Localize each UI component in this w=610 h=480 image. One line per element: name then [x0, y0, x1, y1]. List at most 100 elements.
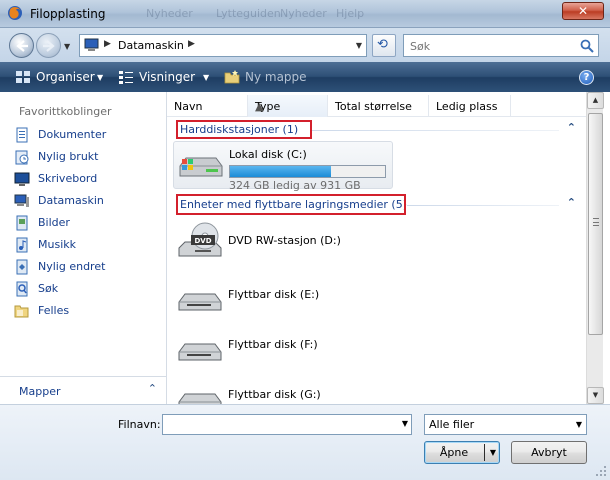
- vertical-scrollbar[interactable]: ▲ ▼: [586, 92, 604, 404]
- sidebar-item-label: Dokumenter: [38, 128, 107, 141]
- breadcrumb-computer[interactable]: Datamaskin: [118, 39, 184, 52]
- close-button[interactable]: ✕: [562, 2, 604, 20]
- sidebar-item-label: Skrivebord: [38, 172, 98, 185]
- removable-disk-icon: [178, 343, 222, 361]
- group-divider: [312, 130, 559, 131]
- background-title-text: Hjelp: [336, 7, 365, 20]
- filetype-select[interactable]: Alle filer ▼: [424, 414, 587, 435]
- disk-usage-fill: [230, 166, 331, 177]
- background-title-text: Lytteguiden: [216, 7, 281, 20]
- back-button[interactable]: [9, 33, 34, 58]
- title-bar: Filopplasting Nyheder Lytteguiden Nyhede…: [0, 0, 610, 28]
- views-button[interactable]: Visninger ▼: [118, 69, 213, 85]
- folders-toggle[interactable]: Mapper ⌃: [0, 376, 166, 404]
- breadcrumb-separator-icon[interactable]: ▶: [104, 39, 111, 49]
- open-options-dropdown-icon[interactable]: ▼: [490, 448, 496, 457]
- sidebar-item-computer[interactable]: Datamaskin: [0, 191, 166, 211]
- background-title-text: Nyheder: [146, 7, 193, 20]
- cancel-label: Avbryt: [531, 446, 567, 459]
- drive-item-g[interactable]: Flyttbar disk (G:): [173, 376, 393, 404]
- forward-button[interactable]: [36, 33, 61, 58]
- drive-name: DVD RW-stasjon (D:): [228, 234, 341, 247]
- sidebar-item-label: Nylig brukt: [38, 150, 99, 163]
- scroll-up-icon: ▲: [592, 96, 599, 104]
- views-label: Visninger: [139, 70, 196, 84]
- dialog-footer: Filnavn: ▼ Alle filer ▼ Åpne ▼ Avbryt: [0, 404, 610, 480]
- favorite-links-header: Favorittkoblinger: [19, 105, 112, 118]
- sidebar-item-public[interactable]: Felles: [0, 301, 166, 321]
- drive-item-f[interactable]: Flyttbar disk (F:): [173, 326, 393, 374]
- refresh-button[interactable]: ⟲: [372, 34, 396, 57]
- breadcrumb-separator-icon[interactable]: ▶: [188, 39, 195, 49]
- filename-input[interactable]: [167, 415, 392, 434]
- scroll-down-button[interactable]: ▼: [587, 387, 604, 404]
- computer-icon: [14, 194, 29, 207]
- scroll-thumb[interactable]: [588, 113, 603, 335]
- firefox-icon: [8, 6, 22, 20]
- recent-pages-dropdown-icon[interactable]: ▼: [64, 42, 70, 51]
- chevron-down-icon[interactable]: ▼: [402, 419, 408, 428]
- favorite-links-panel: Favorittkoblinger Dokumenter Nylig brukt…: [0, 92, 167, 404]
- drive-name: Flyttbar disk (G:): [228, 388, 321, 401]
- address-bar[interactable]: ▶ Datamaskin ▶ ▼: [79, 34, 367, 57]
- sidebar-item-label: Felles: [38, 304, 70, 317]
- highlight-box: [176, 194, 406, 215]
- recently-changed-icon: [16, 259, 28, 275]
- removable-disk-icon: [178, 293, 222, 311]
- sidebar-item-recently-changed[interactable]: Nylig endret: [0, 257, 166, 277]
- sidebar-item-pictures[interactable]: Bilder: [0, 213, 166, 233]
- sidebar-item-documents[interactable]: Dokumenter: [0, 125, 166, 145]
- back-arrow-icon: [16, 40, 28, 52]
- forward-arrow-icon: [43, 40, 55, 52]
- sidebar-item-desktop[interactable]: Skrivebord: [0, 169, 166, 189]
- disk-usage-bar: [229, 165, 386, 178]
- new-folder-icon: [224, 70, 240, 84]
- column-header-total-size[interactable]: Total størrelse: [328, 95, 429, 117]
- public-folder-icon: [14, 305, 29, 318]
- resize-grip-icon[interactable]: [595, 465, 607, 477]
- sidebar-item-music[interactable]: Musikk: [0, 235, 166, 255]
- filename-label: Filnavn:: [118, 418, 161, 431]
- chevron-up-icon[interactable]: ⌃: [567, 121, 576, 134]
- documents-icon: [16, 127, 28, 143]
- cancel-button[interactable]: Avbryt: [511, 441, 587, 464]
- drive-name: Lokal disk (C:): [229, 148, 307, 161]
- sidebar-item-search[interactable]: Søk: [0, 279, 166, 299]
- navigation-bar: ▼ ▶ Datamaskin ▶ ▼ ⟲: [0, 28, 610, 62]
- refresh-icon: ⟲: [377, 37, 388, 52]
- sidebar-item-recent[interactable]: Nylig brukt: [0, 147, 166, 167]
- column-header-free-space[interactable]: Ledig plass: [429, 95, 511, 117]
- sidebar-item-label: Søk: [38, 282, 59, 295]
- chevron-up-icon[interactable]: ⌃: [567, 196, 576, 209]
- drive-free-space: 324 GB ledig av 931 GB: [229, 179, 361, 192]
- search-input[interactable]: [410, 36, 570, 56]
- search-icon: [580, 39, 594, 53]
- filename-combobox[interactable]: ▼: [162, 414, 412, 435]
- window-title: Filopplasting: [30, 7, 106, 21]
- help-button[interactable]: ?: [579, 70, 594, 85]
- scroll-up-button[interactable]: ▲: [587, 92, 604, 109]
- drive-item-d[interactable]: DVD DVD RW-stasjon (D:): [173, 218, 393, 266]
- recent-icon: [15, 150, 29, 165]
- svg-text:DVD: DVD: [194, 237, 211, 245]
- open-button[interactable]: Åpne ▼: [424, 441, 500, 464]
- address-dropdown-icon[interactable]: ▼: [356, 41, 362, 50]
- chevron-down-icon: ▼: [97, 73, 104, 82]
- music-icon: [16, 237, 28, 253]
- command-toolbar: Organiser ▼ Visninger ▼ Ny mappe ?: [0, 62, 610, 92]
- sidebar-item-label: Bilder: [38, 216, 70, 229]
- new-folder-button[interactable]: Ny mappe: [224, 69, 307, 85]
- open-label: Åpne: [439, 446, 469, 459]
- drive-item-c[interactable]: Lokal disk (C:) 324 GB ledig av 931 GB: [173, 141, 393, 192]
- scroll-grip-icon: [593, 218, 599, 226]
- drive-name: Flyttbar disk (E:): [228, 288, 320, 301]
- column-header-type[interactable]: Type ▲: [248, 95, 328, 117]
- chevron-down-icon: ▼: [575, 420, 582, 429]
- views-icon: [119, 71, 133, 84]
- organize-button[interactable]: Organiser ▼: [15, 69, 107, 85]
- drive-item-e[interactable]: Flyttbar disk (E:): [173, 276, 393, 324]
- column-header-name[interactable]: Navn: [167, 95, 248, 117]
- drive-name: Flyttbar disk (F:): [228, 338, 318, 351]
- highlight-box: [176, 120, 312, 139]
- search-box[interactable]: [403, 34, 599, 57]
